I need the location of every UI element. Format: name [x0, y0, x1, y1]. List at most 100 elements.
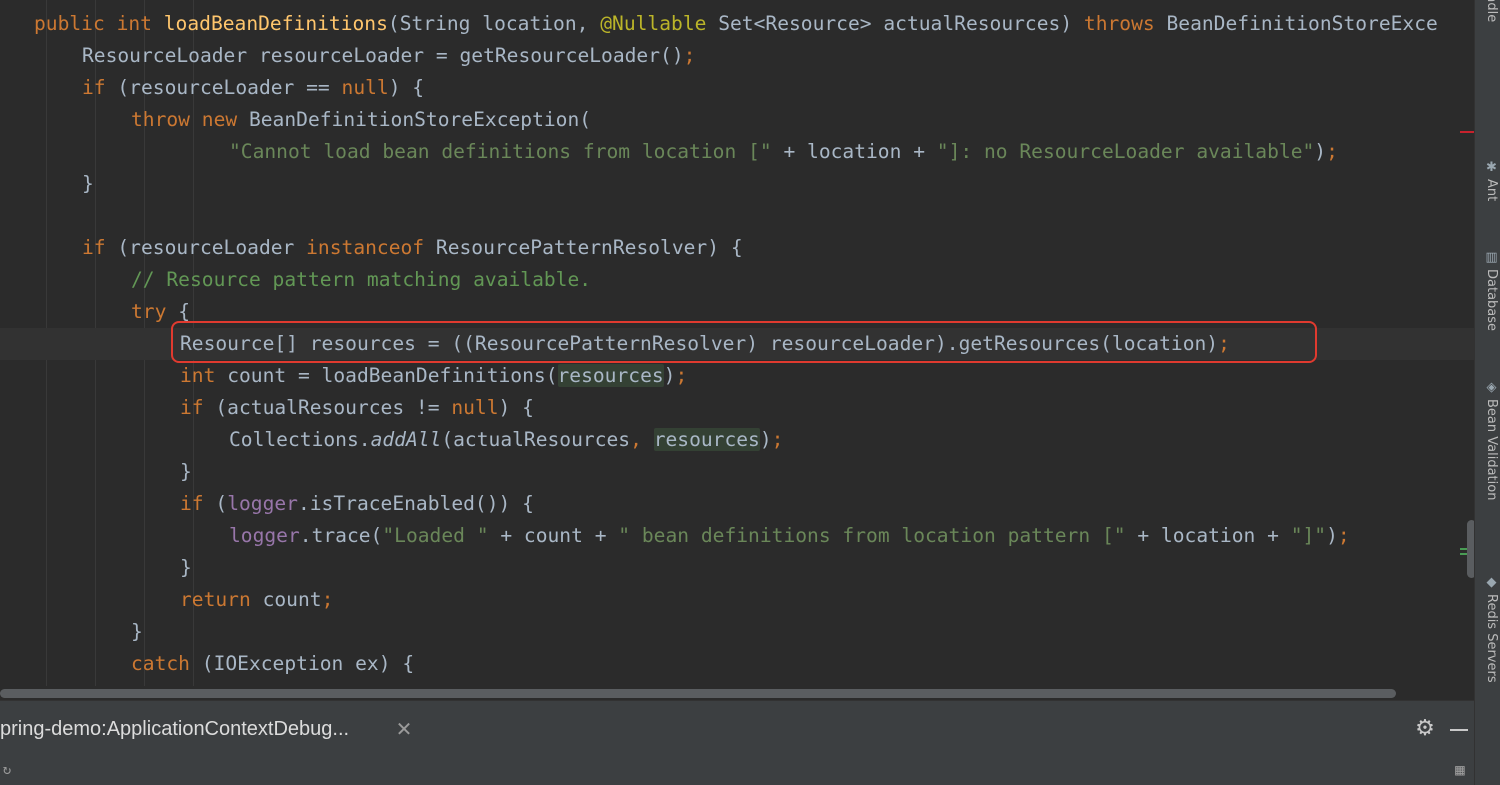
code-line[interactable]: // Resource pattern matching available. — [0, 264, 1474, 296]
code-token: } — [131, 620, 143, 643]
code-line[interactable]: return count; — [0, 584, 1474, 616]
code-token: ; — [1337, 524, 1350, 547]
close-tab-icon[interactable]: ✕ — [388, 713, 420, 745]
code-token: ) { — [388, 76, 425, 99]
code-token: Collections. — [229, 428, 371, 451]
run-tool-window-header: pring-demo:ApplicationContextDebug... ✕ … — [0, 700, 1474, 756]
code-token: ) { — [498, 396, 534, 419]
tool-tab-label: Bean Validation — [1484, 399, 1499, 501]
horizontal-scrollbar[interactable] — [0, 689, 1396, 698]
rerun-icon[interactable]: ↻ — [0, 756, 14, 785]
tool-tab-bean-validation[interactable]: ◈ Bean Validation — [1477, 380, 1499, 530]
code-line[interactable] — [0, 200, 1474, 232]
code-line[interactable]: if (logger.isTraceEnabled()) { — [0, 488, 1474, 520]
code-line[interactable]: throw new BeanDefinitionStoreException( — [0, 104, 1474, 136]
code-token: BeanDefinitionStoreException( — [248, 108, 592, 131]
run-toolbar: ↻ ▦ — [0, 756, 1474, 785]
redis-icon: ◆ — [1484, 575, 1499, 590]
code-token: try — [131, 300, 179, 323]
code-line[interactable]: } — [0, 616, 1474, 648]
code-token: "]: no ResourceLoader available" — [936, 140, 1315, 163]
code-token: (resourceLoader — [117, 236, 307, 259]
code-token: ) — [1326, 524, 1338, 547]
horizontal-scrollbar-track[interactable] — [0, 686, 1474, 700]
code-token: if — [180, 492, 216, 515]
ant-icon: ✱ — [1484, 160, 1499, 175]
code-token: } — [82, 172, 94, 195]
code-line[interactable]: ResourceLoader resourceLoader = getResou… — [0, 40, 1474, 72]
code-token: { — [178, 300, 190, 323]
code-token: (actualResources — [441, 428, 631, 451]
minimize-icon[interactable] — [1446, 713, 1472, 745]
code-token: ) — [1314, 140, 1327, 163]
code-token: if — [82, 76, 118, 99]
code-token: (resourceLoader == — [117, 76, 342, 99]
code-token: loadBeanDefinitions — [163, 12, 388, 35]
tool-tab-ant[interactable]: ✱ Ant — [1477, 160, 1499, 230]
code-token: ; — [321, 588, 334, 611]
code-token: null — [341, 76, 389, 99]
code-token: + count + — [500, 524, 619, 547]
code-token: (String location, — [387, 12, 601, 35]
code-token: ResourcePatternResolver) { — [435, 236, 743, 259]
tool-tab-database[interactable]: ▥ Database — [1477, 250, 1499, 360]
code-token: " bean definitions from location pattern… — [618, 524, 1138, 547]
code-token: BeanDefinitionStoreExce — [1166, 12, 1438, 35]
code-token: ( — [215, 492, 228, 515]
code-token: .trace( — [299, 524, 383, 547]
tool-tab-label: Ant — [1484, 179, 1499, 202]
code-line[interactable]: } — [0, 168, 1474, 200]
error-marker[interactable] — [1460, 131, 1474, 133]
code-token: } — [180, 556, 192, 579]
code-token: // Resource pattern matching available. — [131, 268, 592, 291]
code-token: .isTraceEnabled()) { — [297, 492, 534, 515]
code-line[interactable]: public int loadBeanDefinitions(String lo… — [0, 8, 1474, 40]
code-token: "Cannot load bean definitions from locat… — [229, 140, 784, 163]
code-line[interactable]: int count = loadBeanDefinitions(resource… — [0, 360, 1474, 392]
code-token: instanceof — [306, 236, 436, 259]
code-token: ; — [675, 364, 688, 387]
code-token: } — [180, 460, 192, 483]
code-line[interactable]: if (resourceLoader == null) { — [0, 72, 1474, 104]
tool-tab-redis-servers[interactable]: ◆ Redis Servers — [1477, 575, 1499, 715]
tool-tab-label: Redis Servers — [1484, 594, 1499, 683]
code-line[interactable]: } — [0, 552, 1474, 584]
code-line[interactable]: if (resourceLoader instanceof ResourcePa… — [0, 232, 1474, 264]
code-line[interactable]: } — [0, 456, 1474, 488]
code-token: logger — [227, 492, 298, 515]
code-token: + location + — [783, 140, 937, 163]
code-editor[interactable]: public int loadBeanDefinitions(String lo… — [0, 0, 1474, 686]
code-token: return — [180, 588, 263, 611]
right-tool-window-bar: ▣Gradle ✱ Ant ▥ Database ◈ Bean Validation ◆ Red… — [1474, 0, 1500, 785]
error-stripe[interactable] — [1456, 0, 1474, 686]
code-token: (actualResources != — [215, 396, 452, 419]
code-token: (IOException ex) { — [201, 652, 415, 675]
code-token: int — [180, 364, 228, 387]
code-token: ResourceLoader resourceLoader = getResou… — [82, 44, 684, 67]
code-token: "Loaded " — [382, 524, 501, 547]
code-line[interactable]: if (actualResources != null) { — [0, 392, 1474, 424]
gear-icon[interactable]: ⚙ — [1410, 713, 1440, 745]
run-configuration-tab[interactable]: pring-demo:ApplicationContextDebug... — [0, 713, 349, 745]
tool-tab-label: Gradle — [1484, 0, 1499, 23]
code-token: ) — [759, 428, 772, 451]
code-token: Set<Resource> actualResources) — [718, 12, 1084, 35]
code-token: resources — [653, 428, 760, 451]
code-line[interactable]: "Cannot load bean definitions from locat… — [0, 136, 1474, 168]
code-token: if — [82, 236, 118, 259]
code-token: null — [451, 396, 499, 419]
code-token: ) — [663, 364, 676, 387]
code-line[interactable]: catch (IOException ex) { — [0, 648, 1474, 680]
bean-validation-icon: ◈ — [1484, 380, 1499, 395]
code-token: + location + — [1137, 524, 1291, 547]
code-token: ; — [683, 44, 696, 67]
code-token: count — [262, 588, 322, 611]
code-token: resources — [557, 364, 664, 387]
tool-tab-gradle[interactable]: ▣Gradle — [1477, 0, 1499, 140]
code-line[interactable]: logger.trace("Loaded " + count + " bean … — [0, 520, 1474, 552]
layout-icon[interactable]: ▦ — [1450, 760, 1470, 780]
code-token: public int — [34, 12, 164, 35]
code-line[interactable]: Collections.addAll(actualResources, reso… — [0, 424, 1474, 456]
code-token: throws — [1083, 12, 1167, 35]
code-token: throw new — [131, 108, 249, 131]
